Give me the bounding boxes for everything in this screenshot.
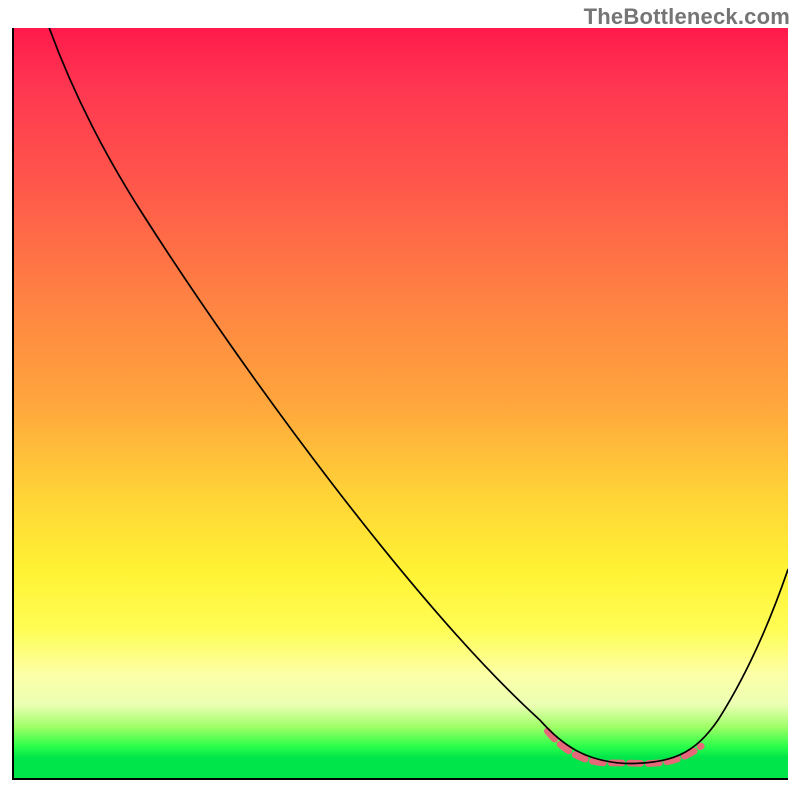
- watermark-text: TheBottleneck.com: [584, 4, 790, 30]
- gradient-background: [12, 28, 788, 780]
- chart-plot: [12, 28, 788, 780]
